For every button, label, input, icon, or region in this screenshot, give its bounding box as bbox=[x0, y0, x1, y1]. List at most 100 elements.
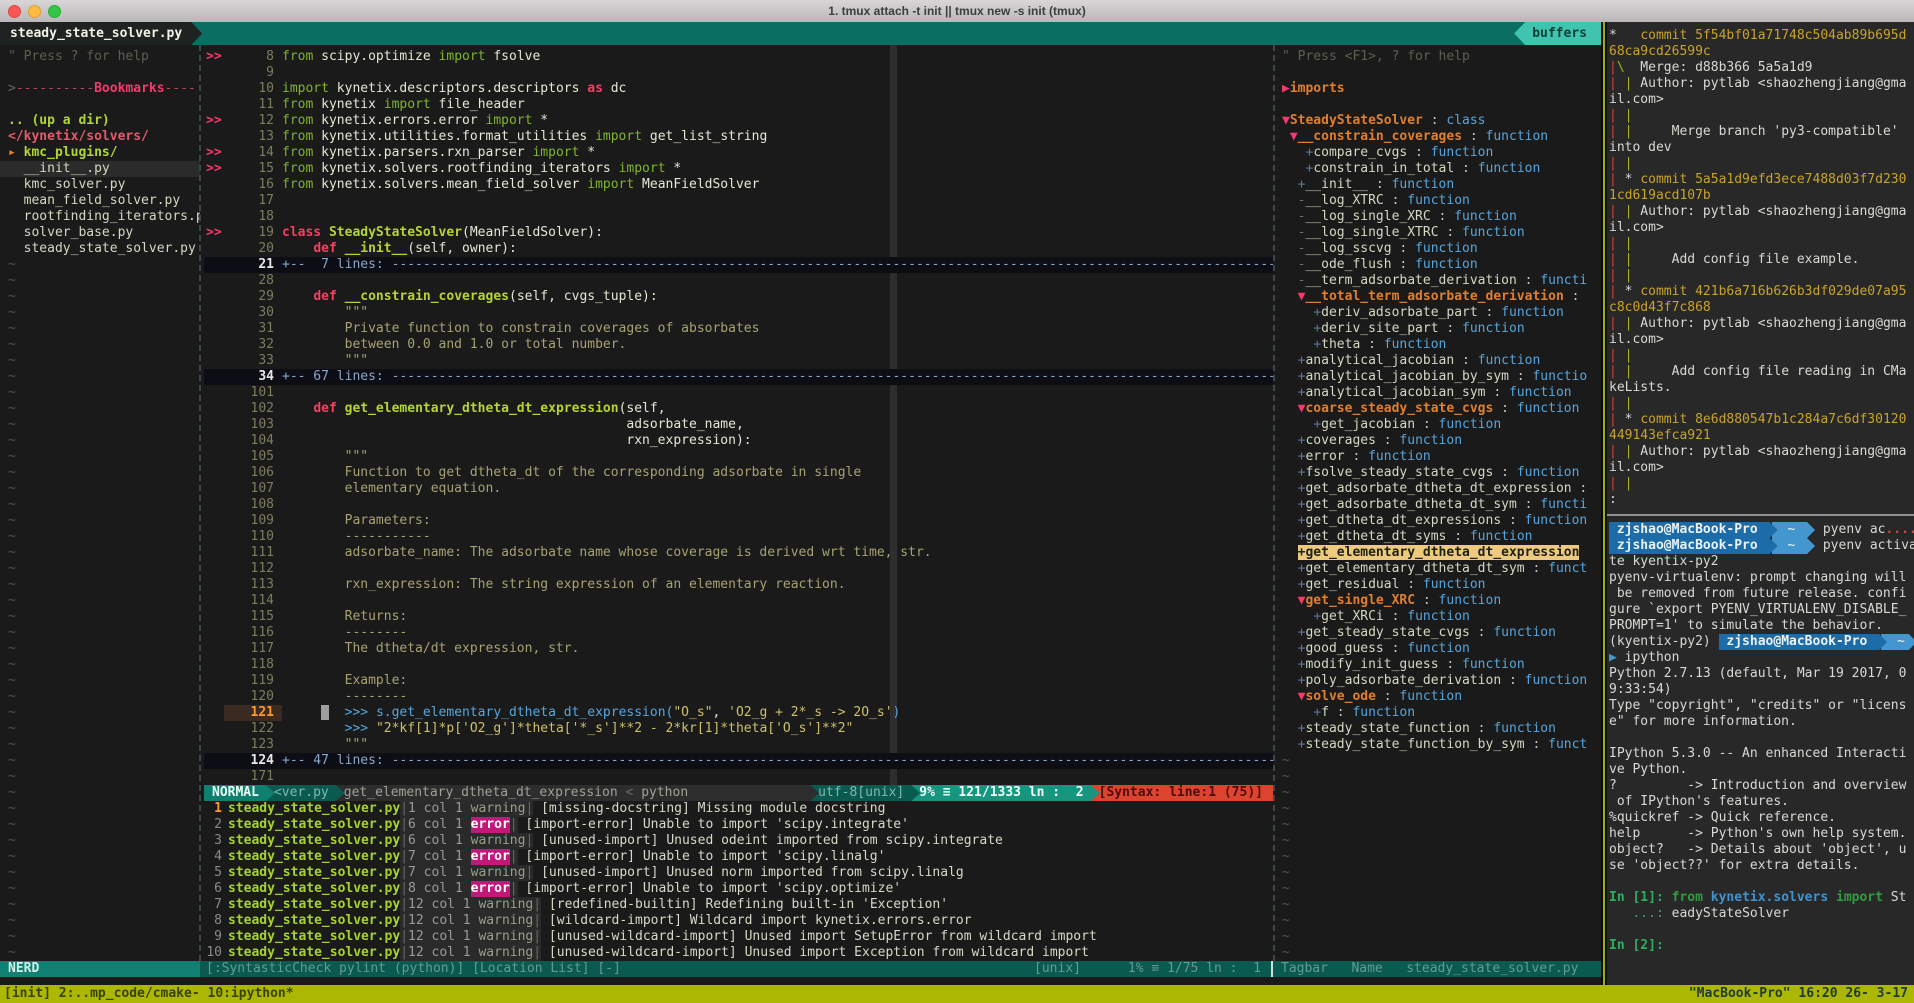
tree-item[interactable] bbox=[0, 97, 200, 113]
loclist-row[interactable]: 4steady_state_solver.py|7 col 1 error| [… bbox=[204, 849, 1273, 865]
tree-item[interactable]: kmc_solver.py bbox=[0, 177, 200, 193]
tab-steady-state-solver[interactable]: steady_state_solver.py bbox=[0, 22, 202, 45]
loclist-row[interactable]: 7steady_state_solver.py|12 col 1 warning… bbox=[204, 897, 1273, 913]
tag-item[interactable]: +get_steady_state_cvgs : function bbox=[1276, 625, 1601, 641]
tag-item[interactable]: +get_dtheta_dt_syms : function bbox=[1276, 529, 1601, 545]
tree-item[interactable]: >----------Bookmarks---- bbox=[0, 81, 200, 97]
code-line-116[interactable]: 116 -------- bbox=[204, 625, 1273, 641]
tag-item[interactable]: +get_jacobian : function bbox=[1276, 417, 1601, 433]
code-line-21[interactable]: 21+-- 7 lines: -------------------------… bbox=[204, 257, 1273, 273]
tree-item[interactable]: </kynetix/solvers/ bbox=[0, 129, 200, 145]
tag-item[interactable]: ▼get_single_XRC : function bbox=[1276, 593, 1601, 609]
code-line-30[interactable]: 30 """ bbox=[204, 305, 1273, 321]
tag-item[interactable]: +get_adsorbate_dtheta_dt_expression : bbox=[1276, 481, 1601, 497]
tag-item[interactable]: +f : function bbox=[1276, 705, 1601, 721]
tag-item[interactable]: +analytical_jacobian : function bbox=[1276, 353, 1601, 369]
tag-item[interactable]: +compare_cvgs : function bbox=[1276, 145, 1601, 161]
code-line-9[interactable]: 9 bbox=[204, 65, 1273, 81]
tag-item[interactable]: +fsolve_steady_state_cvgs : function bbox=[1276, 465, 1601, 481]
tag-item[interactable]: -__ode_flush : function bbox=[1276, 257, 1601, 273]
code-line-11[interactable]: 11from kynetix import file_header bbox=[204, 97, 1273, 113]
code-line-101[interactable]: 101 bbox=[204, 385, 1273, 401]
tag-item[interactable]: +coverages : function bbox=[1276, 433, 1601, 449]
tree-item[interactable]: " Press ? for help bbox=[0, 49, 200, 65]
code-line-112[interactable]: 112 bbox=[204, 561, 1273, 577]
code-line-31[interactable]: 31 Private function to constrain coverag… bbox=[204, 321, 1273, 337]
code-line-33[interactable]: 33 """ bbox=[204, 353, 1273, 369]
tag-item[interactable]: +analytical_jacobian_sym : function bbox=[1276, 385, 1601, 401]
tag-item[interactable]: +steady_state_function_by_sym : funct bbox=[1276, 737, 1601, 753]
loclist-row[interactable]: 9steady_state_solver.py|12 col 1 warning… bbox=[204, 929, 1273, 945]
tag-item[interactable]: +get_elementary_dtheta_dt_sym : funct bbox=[1276, 561, 1601, 577]
code-line-123[interactable]: 123 """ bbox=[204, 737, 1273, 753]
code-line-12[interactable]: >>12from kynetix.errors.error import * bbox=[204, 113, 1273, 129]
tag-item[interactable]: " Press <F1>, ? for help bbox=[1276, 49, 1601, 65]
code-line-17[interactable]: 17 bbox=[204, 193, 1273, 209]
code-line-106[interactable]: 106 Function to get dtheta_dt of the cor… bbox=[204, 465, 1273, 481]
tree-item[interactable]: mean_field_solver.py bbox=[0, 193, 200, 209]
code-line-32[interactable]: 32 between 0.0 and 1.0 or total number. bbox=[204, 337, 1273, 353]
tag-item[interactable]: ▶imports bbox=[1276, 81, 1601, 97]
tag-item[interactable]: +constrain_in_total : function bbox=[1276, 161, 1601, 177]
code-line-18[interactable]: 18 bbox=[204, 209, 1273, 225]
tag-item[interactable]: ▼coarse_steady_state_cvgs : function bbox=[1276, 401, 1601, 417]
code-line-115[interactable]: 115 Returns: bbox=[204, 609, 1273, 625]
code-line-29[interactable]: 29 def __constrain_coverages(self, cvgs_… bbox=[204, 289, 1273, 305]
loclist-row[interactable]: 2steady_state_solver.py|6 col 1 error| [… bbox=[204, 817, 1273, 833]
tag-item[interactable]: ▼solve_ode : function bbox=[1276, 689, 1601, 705]
loclist-row[interactable]: 1steady_state_solver.py|1 col 1 warning|… bbox=[204, 801, 1273, 817]
code-line-119[interactable]: 119 Example: bbox=[204, 673, 1273, 689]
tag-item[interactable]: +steady_state_function : function bbox=[1276, 721, 1601, 737]
code-line-20[interactable]: 20 def __init__(self, owner): bbox=[204, 241, 1273, 257]
tag-item[interactable]: +__init__ : function bbox=[1276, 177, 1601, 193]
tag-item[interactable]: -__log_sscvg : function bbox=[1276, 241, 1601, 257]
tag-item[interactable]: +get_residual : function bbox=[1276, 577, 1601, 593]
tag-item[interactable]: +deriv_site_part : function bbox=[1276, 321, 1601, 337]
code-line-14[interactable]: >>14from kynetix.parsers.rxn_parser impo… bbox=[204, 145, 1273, 161]
code-line-28[interactable]: 28 bbox=[204, 273, 1273, 289]
loclist-row[interactable]: 10steady_state_solver.py|12 col 1 warnin… bbox=[204, 945, 1273, 961]
code-line-34[interactable]: 34+-- 67 lines: ------------------------… bbox=[204, 369, 1273, 385]
code-line-16[interactable]: 16from kynetix.solvers.mean_field_solver… bbox=[204, 177, 1273, 193]
tag-item[interactable]: -__log_single_XRC : function bbox=[1276, 209, 1601, 225]
tag-item[interactable]: +deriv_adsorbate_part : function bbox=[1276, 305, 1601, 321]
code-line-109[interactable]: 109 Parameters: bbox=[204, 513, 1273, 529]
code-line-124[interactable]: 124+-- 47 lines: -----------------------… bbox=[204, 753, 1273, 769]
loclist-row[interactable]: 5steady_state_solver.py|7 col 1 warning|… bbox=[204, 865, 1273, 881]
code-line-15[interactable]: >>15from kynetix.solvers.rootfinding_ite… bbox=[204, 161, 1273, 177]
code-line-113[interactable]: 113 rxn_expression: The string expressio… bbox=[204, 577, 1273, 593]
code-line-8[interactable]: >>8from scipy.optimize import fsolve bbox=[204, 49, 1273, 65]
tree-item[interactable]: .. (up a dir) bbox=[0, 113, 200, 129]
window-separator[interactable] bbox=[199, 45, 201, 961]
tag-item[interactable]: ▼__total_term_adsorbate_derivation : bbox=[1276, 289, 1601, 305]
code-line-13[interactable]: 13from kynetix.utilities.format_utilitie… bbox=[204, 129, 1273, 145]
tag-item[interactable]: +good_guess : function bbox=[1276, 641, 1601, 657]
tag-item[interactable]: +get_dtheta_dt_expressions : function bbox=[1276, 513, 1601, 529]
code-line-121[interactable]: 121 >>> s.get_elementary_dtheta_dt_expre… bbox=[204, 705, 1273, 721]
tag-item[interactable] bbox=[1276, 97, 1601, 113]
tag-item[interactable]: +poly_adsorbate_derivation : function bbox=[1276, 673, 1601, 689]
tag-item[interactable]: -__log_single_XTRC : function bbox=[1276, 225, 1601, 241]
code-line-120[interactable]: 120 -------- bbox=[204, 689, 1273, 705]
code-line-117[interactable]: 117 The dtheta/dt expression, str. bbox=[204, 641, 1273, 657]
tag-item[interactable]: +theta : function bbox=[1276, 337, 1601, 353]
loclist-row[interactable]: 3steady_state_solver.py|6 col 1 warning|… bbox=[204, 833, 1273, 849]
window-separator[interactable] bbox=[1273, 45, 1275, 961]
code-line-10[interactable]: 10import kynetix.descriptors.descriptors… bbox=[204, 81, 1273, 97]
code-line-118[interactable]: 118 bbox=[204, 657, 1273, 673]
tree-item[interactable]: rootfinding_iterators.py bbox=[0, 209, 200, 225]
loclist-row[interactable]: 6steady_state_solver.py|8 col 1 error| [… bbox=[204, 881, 1273, 897]
code-line-105[interactable]: 105 """ bbox=[204, 449, 1273, 465]
code-line-122[interactable]: 122 >>> "2*kf[1]*p['O2_g']*theta['*_s']*… bbox=[204, 721, 1273, 737]
loclist-row[interactable]: 8steady_state_solver.py|12 col 1 warning… bbox=[204, 913, 1273, 929]
tag-item[interactable] bbox=[1276, 65, 1601, 81]
tmux-window-list[interactable]: [init] 2:..mp_code/cmake- 10:ipython* bbox=[0, 985, 294, 1003]
tag-item[interactable]: -__term_adsorbate_derivation : functi bbox=[1276, 273, 1601, 289]
code-line-108[interactable]: 108 bbox=[204, 497, 1273, 513]
tag-item[interactable]: +get_elementary_dtheta_dt_expression bbox=[1276, 545, 1601, 561]
tag-item[interactable]: +analytical_jacobian_by_sym : functio bbox=[1276, 369, 1601, 385]
tag-item[interactable]: -__log_XTRC : function bbox=[1276, 193, 1601, 209]
tag-item[interactable]: +error : function bbox=[1276, 449, 1601, 465]
code-line-110[interactable]: 110 ----------- bbox=[204, 529, 1273, 545]
tree-item[interactable] bbox=[0, 65, 200, 81]
